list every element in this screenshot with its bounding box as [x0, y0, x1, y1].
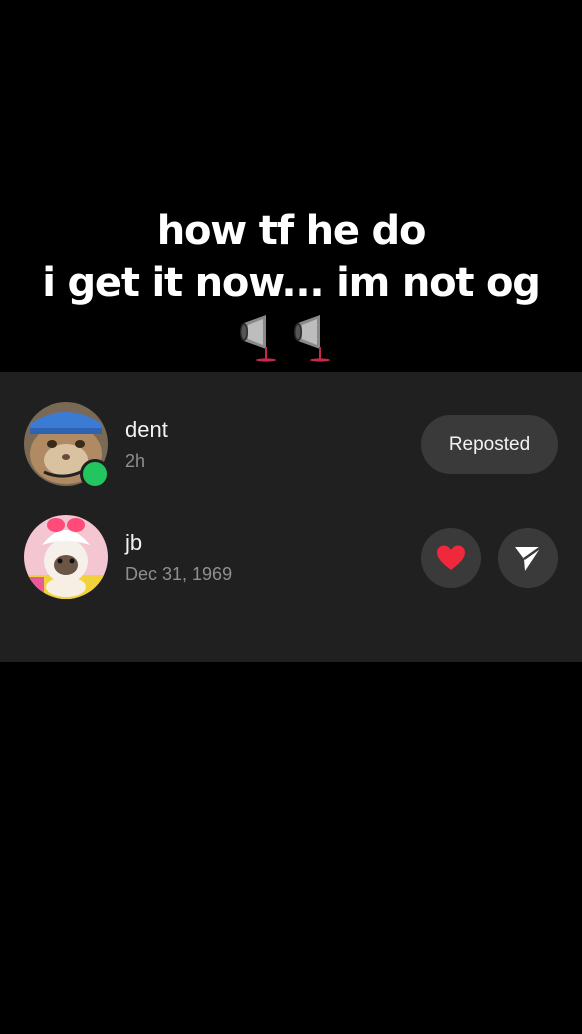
timestamp: 2h [125, 451, 146, 471]
list-item[interactable]: jb Dec 31, 1969 [0, 515, 582, 605]
send-icon [515, 545, 542, 571]
like-button[interactable] [421, 528, 481, 588]
send-button[interactable] [498, 528, 558, 588]
username[interactable]: jb [125, 530, 142, 556]
cup-icon [294, 315, 330, 362]
caption-line-2: i get it now... im not og [42, 260, 541, 306]
caption: how tf he do i get it now... im not og [0, 205, 582, 309]
reposted-button[interactable]: Reposted [421, 415, 558, 474]
online-status-indicator [80, 459, 110, 489]
username[interactable]: dent [125, 417, 168, 443]
list-item[interactable]: dent 2h Reposted [0, 402, 582, 492]
emoji-row [236, 311, 348, 365]
timestamp: Dec 31, 1969 [125, 564, 233, 584]
avatar[interactable] [24, 515, 108, 599]
cat-in-hat-avatar-image [24, 515, 108, 599]
cup-icon [240, 315, 276, 362]
heart-icon [437, 545, 465, 570]
caption-line-1: how tf he do [156, 208, 427, 254]
repost-panel: dent 2h Reposted jb Dec 31, 1969 [0, 372, 582, 662]
